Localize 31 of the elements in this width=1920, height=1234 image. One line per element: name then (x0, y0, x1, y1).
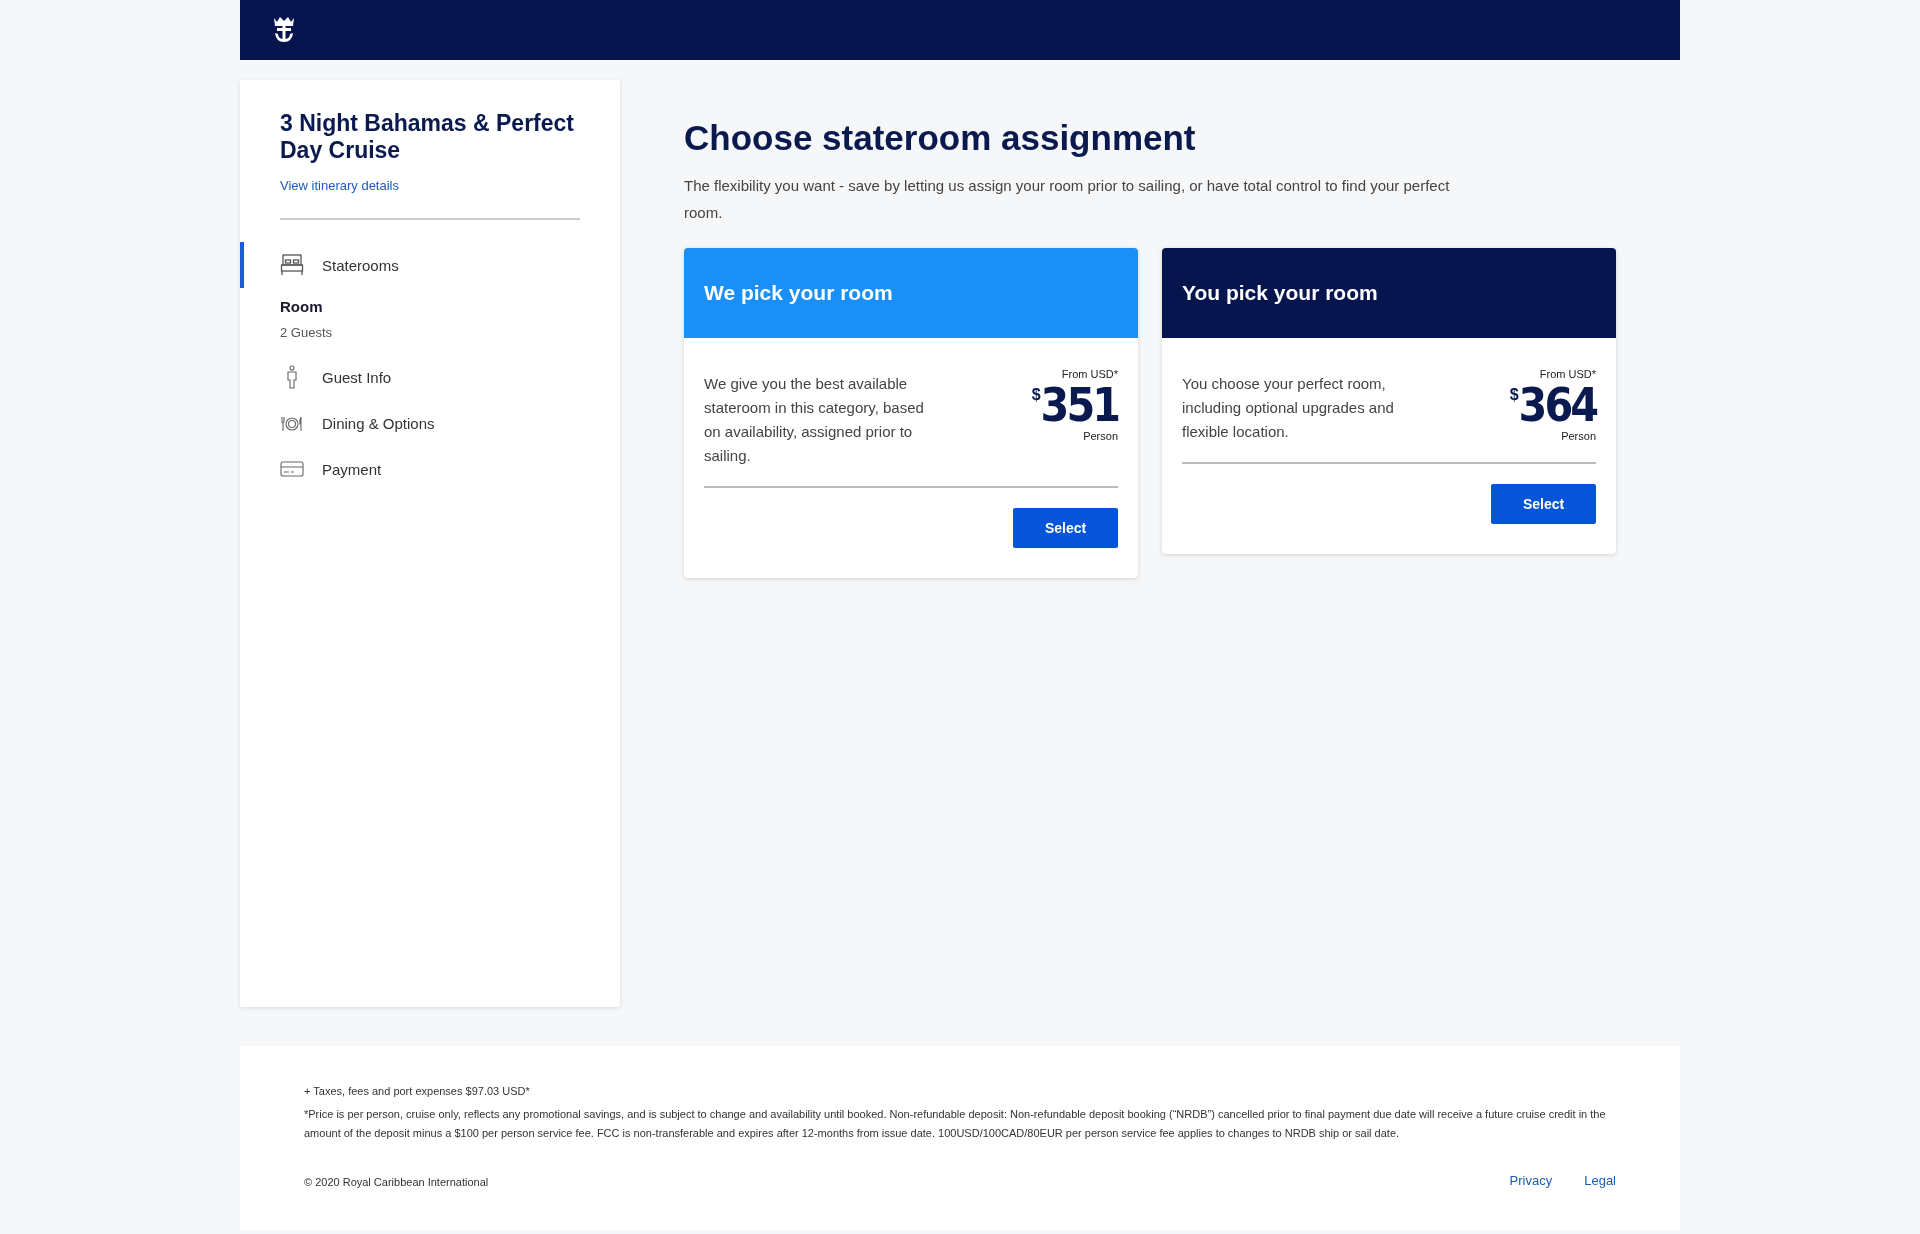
bed-icon (280, 253, 304, 277)
page-subtitle: The flexibility you want - save by letting us assign your room prior to sailing, or have total control to find your perfect room. (684, 176, 1451, 223)
price-amount: 351 (1040, 380, 1118, 430)
option-description: You choose your perfect room, including optional upgrades and flexible location. (1182, 374, 1395, 442)
copyright: © 2020 Royal Caribbean International (304, 1176, 489, 1188)
cruise-title: 3 Night Bahamas & Perfect Day Cruise (280, 110, 575, 164)
room-label: Room (279, 298, 324, 315)
sidebar-step[interactable]: Payment (240, 446, 620, 492)
select-button[interactable]: Select (1013, 508, 1118, 548)
footer-link[interactable]: Legal (1584, 1173, 1616, 1188)
footnote: *Price is per person, cruise only, reflects any promotional savings, and is subject to change and availability until booked. Non-refundable deposit: Non-refundable deposit booking (“NRDB”) cancelled prior to final payment due date will receive a future cruise credit in the amount of the deposit minus a $100 per person service fee. FCC is non-transferable and expires after 12-months from issue date. 100USD/100CAD/80EUR per person service fee applies to changes to NRDB ship or sail date. (304, 1107, 1607, 1141)
crown-anchor-logo-icon[interactable] (272, 16, 296, 44)
sidebar-step[interactable]: Staterooms (240, 242, 620, 288)
currency-symbol: $ (1031, 386, 1041, 403)
guest-count: 2 Guests (279, 325, 334, 340)
sidebar-step[interactable]: Dining & Options (240, 400, 620, 446)
select-button[interactable]: Select (1491, 484, 1596, 524)
currency-symbol: $ (1509, 386, 1519, 403)
footer-link[interactable]: Privacy (1509, 1173, 1553, 1188)
card-title: You pick your room (1182, 281, 1378, 305)
footnote: + Taxes, fees and port expenses $97.03 USD* (304, 1084, 531, 1099)
price-from-label: From USD* (1061, 368, 1118, 380)
price-amount: 364 (1518, 380, 1596, 430)
price-unit: Person (1083, 430, 1118, 442)
sidebar-step[interactable]: Guest Info (240, 354, 620, 400)
price-unit: Person (1561, 430, 1596, 442)
page-title: Choose stateroom assignment (684, 118, 1197, 158)
price-from-label: From USD* (1539, 368, 1596, 380)
card-title: We pick your room (704, 281, 893, 305)
itinerary-link[interactable]: View itinerary details (280, 178, 399, 193)
option-description: We give you the best available stateroom in this category, based on availability, assigned prior to sailing. (704, 374, 925, 466)
